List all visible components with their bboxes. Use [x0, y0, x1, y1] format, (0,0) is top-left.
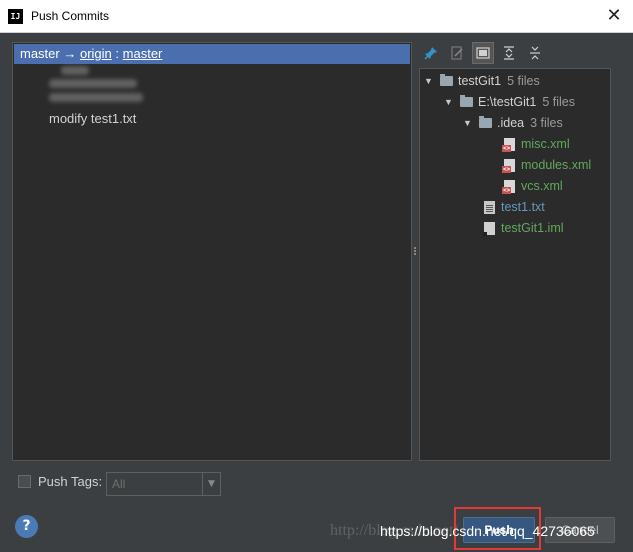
watermark-faint: http://blog.csdn.net/ — [330, 522, 458, 539]
remote-link[interactable]: origin — [80, 46, 112, 61]
blurred-commit-1 — [61, 66, 89, 75]
tree-node-root[interactable]: ▼ testGit1 5 files — [424, 71, 540, 91]
push-tags-label: Push Tags: — [38, 474, 103, 489]
folder-icon — [479, 116, 492, 128]
changed-files-tree: ▼ testGit1 5 files ▼ E:\testGit1 5 files… — [419, 68, 611, 461]
folder-icon — [460, 95, 473, 107]
tree-node-project-folder[interactable]: ▼ E:\testGit1 5 files — [444, 92, 575, 112]
window-title: Push Commits — [31, 9, 110, 23]
text-file-icon — [484, 200, 495, 214]
push-tags-value: All — [112, 477, 126, 491]
xml-file-icon — [502, 158, 515, 173]
local-branch: master — [20, 46, 60, 61]
title-bar: IJ Push Commits ✕ — [0, 0, 633, 33]
tree-node-file[interactable]: vcs.xml — [502, 176, 563, 196]
tree-label: .idea — [497, 116, 525, 130]
chevron-down-icon[interactable]: ▼ — [202, 473, 220, 495]
push-tags-option[interactable]: Push Tags: — [18, 474, 102, 489]
xml-file-icon — [502, 179, 515, 194]
tree-node-idea-folder[interactable]: ▼ .idea 3 files — [463, 113, 563, 133]
module-folder-icon — [440, 74, 453, 86]
file-count: 5 files — [542, 95, 576, 109]
branch-separator: : — [115, 46, 120, 61]
intellij-logo-icon: IJ — [8, 9, 23, 24]
commits-panel: master → origin : master modify test1.tx… — [12, 42, 412, 461]
xml-file-icon — [502, 137, 515, 152]
edit-source-icon[interactable] — [446, 42, 468, 64]
tree-label: vcs.xml — [521, 179, 563, 193]
tree-label: misc.xml — [521, 137, 570, 151]
tree-node-file[interactable]: test1.txt — [484, 197, 545, 217]
expanded-triangle-icon[interactable]: ▼ — [463, 113, 473, 133]
tree-node-file[interactable]: testGit1.iml — [483, 218, 564, 238]
help-button[interactable]: ? — [15, 515, 38, 538]
tree-toolbar — [420, 42, 546, 66]
blurred-commit-2 — [49, 79, 137, 88]
blurred-commit-3 — [49, 93, 143, 102]
tree-node-file[interactable]: misc.xml — [502, 134, 570, 154]
tree-label: testGit1.iml — [501, 221, 564, 235]
file-count: 5 files — [507, 74, 540, 88]
push-tags-checkbox[interactable] — [18, 475, 31, 488]
tree-node-file[interactable]: modules.xml — [502, 155, 592, 175]
collapse-all-icon[interactable] — [524, 42, 546, 64]
module-file-icon — [483, 221, 495, 236]
expand-all-icon[interactable] — [498, 42, 520, 64]
highlight-annotation — [454, 507, 541, 550]
expanded-triangle-icon[interactable]: ▼ — [424, 71, 434, 91]
tree-label: testGit1 — [458, 74, 502, 88]
remote-branch-link[interactable]: master — [123, 46, 163, 61]
tree-label: modules.xml — [521, 158, 592, 172]
pin-icon[interactable] — [420, 42, 442, 64]
arrow-icon: → — [63, 46, 77, 61]
file-count: 3 files — [530, 116, 563, 130]
commit-message[interactable]: modify test1.txt — [49, 111, 136, 126]
push-tags-select[interactable]: All ▼ — [106, 472, 221, 496]
splitter-handle[interactable] — [413, 246, 417, 260]
cancel-button[interactable]: Cancel — [545, 517, 615, 543]
branch-row[interactable]: master → origin : master — [14, 44, 410, 64]
tree-label: E:\testGit1 — [478, 95, 537, 109]
close-button[interactable]: ✕ — [603, 5, 625, 27]
expanded-triangle-icon[interactable]: ▼ — [444, 92, 454, 112]
tree-label: test1.txt — [501, 200, 545, 214]
group-by-directory-icon[interactable] — [472, 42, 494, 64]
